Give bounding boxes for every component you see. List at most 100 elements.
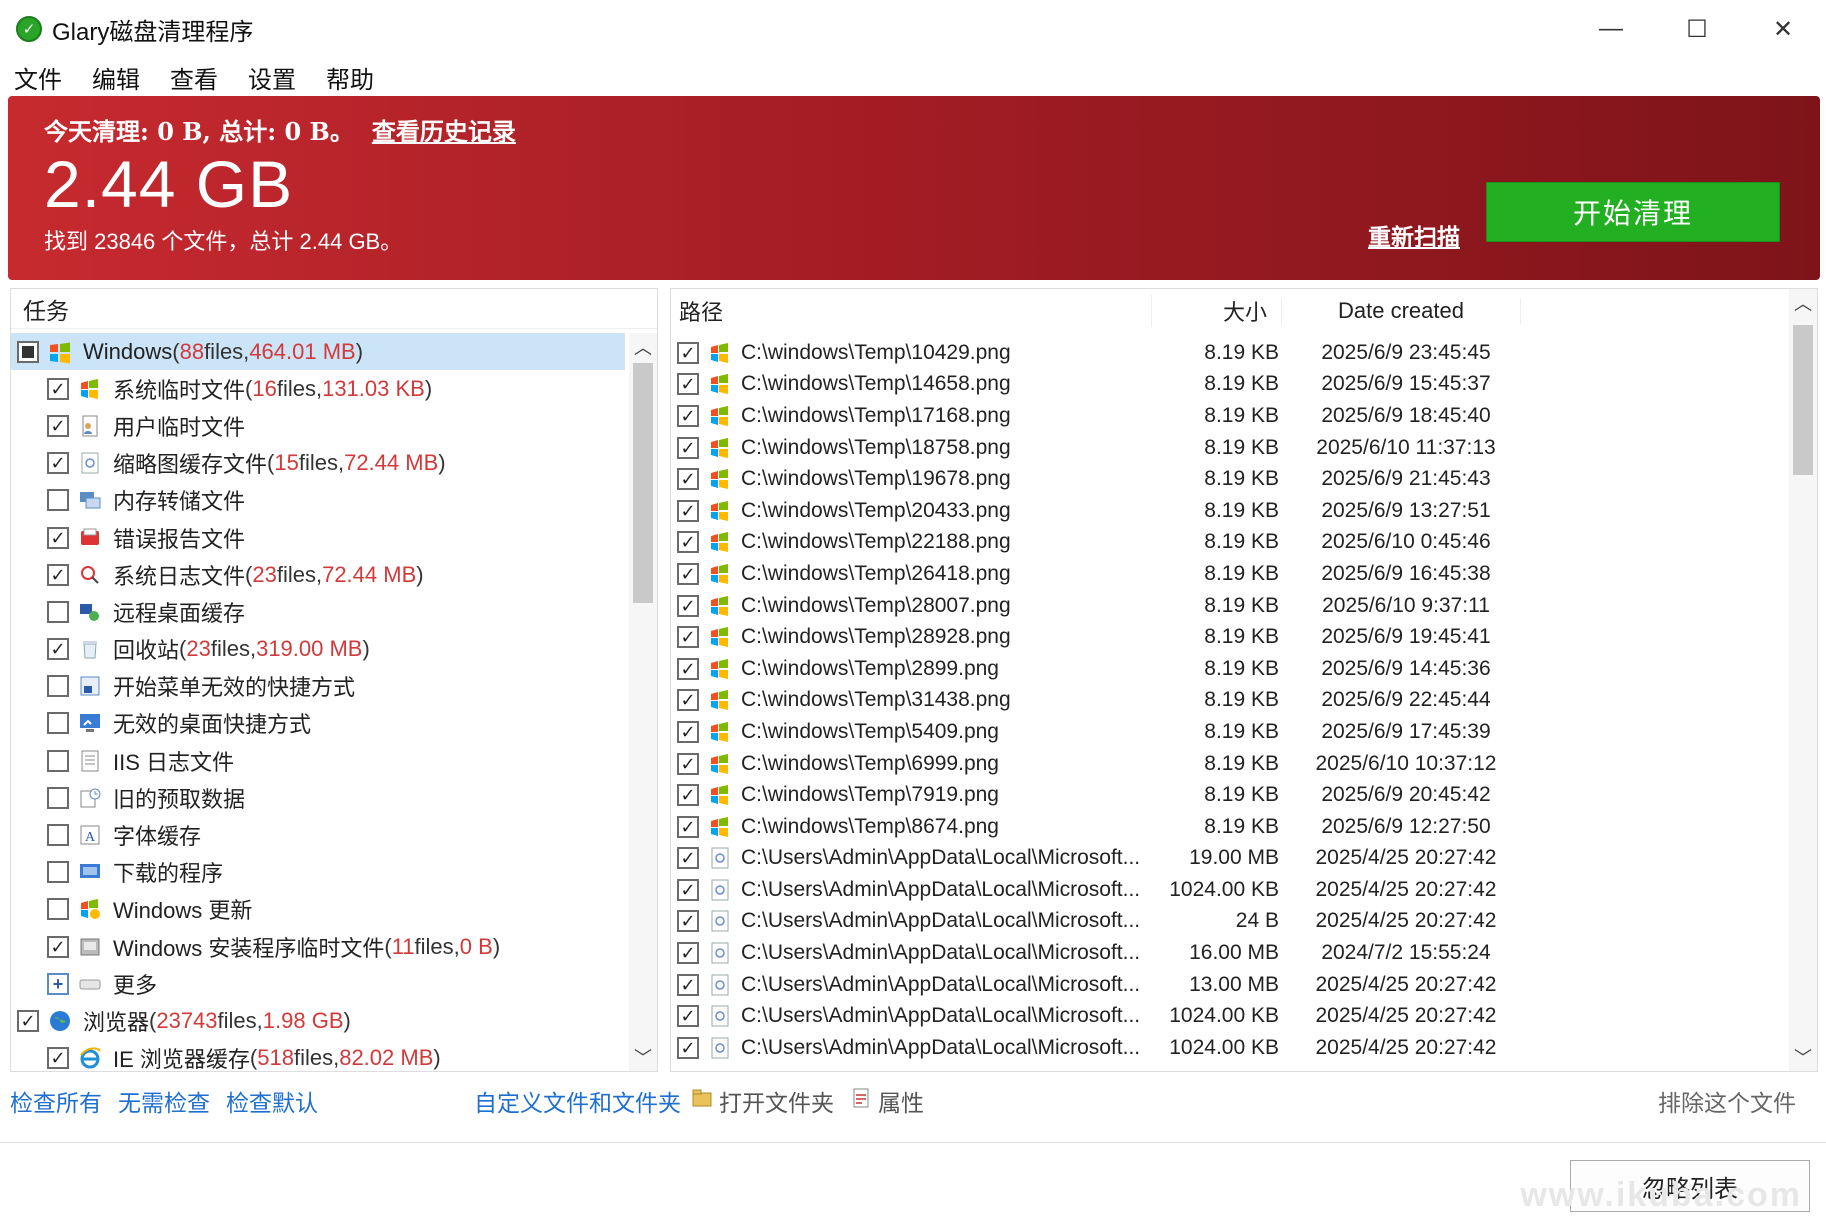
task-checkbox[interactable]: ✓ <box>47 935 69 958</box>
file-row[interactable]: ✓ C:\windows\Temp\7919.png 8.19 KB 2025/6/9… <box>671 779 1781 811</box>
file-checkbox[interactable]: ✓ <box>677 499 699 522</box>
history-link[interactable]: 查看历史记录 <box>372 117 516 146</box>
task-checkbox[interactable] <box>47 712 69 735</box>
file-checkbox[interactable]: ✓ <box>677 436 699 459</box>
file-checkbox[interactable]: ✓ <box>677 1005 699 1028</box>
column-path[interactable]: 路径 <box>671 295 1151 327</box>
exclude-file-button[interactable]: 排除这个文件 <box>1658 1084 1796 1118</box>
scroll-up-icon[interactable]: ︿ <box>629 333 657 361</box>
file-row[interactable]: ✓ C:\windows\Temp\28007.png 8.19 KB 2025/6/… <box>671 590 1781 622</box>
file-row[interactable]: ✓ C:\Users\Admin\AppData\Local\Microsoft.… <box>671 937 1781 969</box>
scroll-thumb[interactable] <box>1793 325 1813 475</box>
menu-view[interactable]: 查看 <box>170 60 218 95</box>
task-checkbox[interactable]: ✓ <box>47 414 69 437</box>
file-row[interactable]: ✓ C:\windows\Temp\17168.png 8.19 KB 2025/6/… <box>671 400 1781 432</box>
task-checkbox[interactable] <box>47 898 69 921</box>
file-checkbox[interactable]: ✓ <box>677 1036 699 1059</box>
task-row[interactable]: ✓ 浏览器 (23743 files, 1.98 GB) <box>11 1002 625 1039</box>
column-size[interactable]: 大小 <box>1151 295 1281 327</box>
file-row[interactable]: ✓ C:\windows\Temp\10429.png 8.19 KB 2025/6/… <box>671 337 1781 369</box>
task-checkbox[interactable] <box>47 489 69 512</box>
task-row[interactable]: 旧的预取数据 <box>11 779 625 816</box>
task-checkbox[interactable] <box>17 340 39 363</box>
menu-settings[interactable]: 设置 <box>248 60 296 95</box>
file-scrollbar[interactable]: ︿ ﹀ <box>1789 289 1817 1071</box>
file-checkbox[interactable]: ✓ <box>677 878 699 901</box>
task-checkbox[interactable]: ✓ <box>47 526 69 549</box>
task-checkbox[interactable] <box>47 861 69 884</box>
file-row[interactable]: ✓ C:\windows\Temp\22188.png 8.19 KB 2025/6/… <box>671 527 1781 559</box>
scroll-thumb[interactable] <box>633 363 653 603</box>
task-checkbox[interactable]: ✓ <box>47 1047 69 1070</box>
rescan-link[interactable]: 重新扫描 <box>1368 218 1460 252</box>
file-checkbox[interactable]: ✓ <box>677 720 699 743</box>
file-checkbox[interactable]: ✓ <box>677 562 699 585</box>
task-row[interactable]: 开始菜单无效的快捷方式 <box>11 668 625 705</box>
column-date[interactable]: Date created <box>1281 298 1521 324</box>
file-row[interactable]: ✓ C:\Users\Admin\AppData\Local\Microsoft.… <box>671 1000 1781 1032</box>
file-row[interactable]: ✓ C:\Users\Admin\AppData\Local\Microsoft.… <box>671 874 1781 906</box>
file-row[interactable]: ✓ C:\Users\Admin\AppData\Local\Microsoft.… <box>671 969 1781 1001</box>
file-checkbox[interactable]: ✓ <box>677 942 699 965</box>
file-checkbox[interactable]: ✓ <box>677 752 699 775</box>
task-row[interactable]: ✓ 用户临时文件 <box>11 407 625 444</box>
task-row[interactable]: 远程桌面缓存 <box>11 593 625 630</box>
menu-file[interactable]: 文件 <box>14 60 62 95</box>
scroll-up-icon[interactable]: ︿ <box>1789 289 1817 317</box>
custom-files-link[interactable]: 自定义文件和文件夹 <box>474 1084 681 1118</box>
start-clean-button[interactable]: 开始清理 <box>1486 182 1780 242</box>
task-row[interactable]: ✓ Windows 安装程序临时文件 (11 files, 0 B) <box>11 928 625 965</box>
file-row[interactable]: ✓ C:\windows\Temp\6999.png 8.19 KB 2025/6/1… <box>671 748 1781 780</box>
task-row[interactable]: ✓ IE 浏览器缓存 (518 files, 82.02 MB) <box>11 1040 625 1071</box>
expand-icon[interactable]: + <box>47 972 69 995</box>
scroll-down-icon[interactable]: ﹀ <box>1789 1043 1817 1071</box>
open-folder-button[interactable]: 打开文件夹 <box>719 1084 834 1118</box>
task-row[interactable]: ✓ 缩略图缓存文件 (15 files, 72.44 MB) <box>11 445 625 482</box>
task-row[interactable]: ✓ 回收站 (23 files, 319.00 MB) <box>11 631 625 668</box>
task-row[interactable]: Windows 更新 <box>11 891 625 928</box>
file-checkbox[interactable]: ✓ <box>677 689 699 712</box>
file-checkbox[interactable]: ✓ <box>677 973 699 996</box>
task-row[interactable]: A 字体缓存 <box>11 816 625 853</box>
file-row[interactable]: ✓ C:\windows\Temp\18758.png 8.19 KB 2025/6/… <box>671 432 1781 464</box>
file-checkbox[interactable]: ✓ <box>677 815 699 838</box>
check-none-link[interactable]: 无需检查 <box>118 1084 210 1118</box>
file-checkbox[interactable]: ✓ <box>677 531 699 554</box>
task-scrollbar[interactable]: ︿ ﹀ <box>629 333 657 1071</box>
task-checkbox[interactable]: ✓ <box>47 563 69 586</box>
file-row[interactable]: ✓ C:\windows\Temp\20433.png 8.19 KB 2025/6/… <box>671 495 1781 527</box>
task-row[interactable]: 下载的程序 <box>11 854 625 891</box>
file-row[interactable]: ✓ C:\windows\Temp\19678.png 8.19 KB 2025/6/… <box>671 463 1781 495</box>
task-checkbox[interactable]: ✓ <box>17 1009 39 1032</box>
file-row[interactable]: ✓ C:\Users\Admin\AppData\Local\Microsoft.… <box>671 843 1781 875</box>
file-checkbox[interactable]: ✓ <box>677 910 699 933</box>
task-checkbox[interactable] <box>47 600 69 623</box>
minimize-button[interactable]: — <box>1568 0 1654 58</box>
file-row[interactable]: ✓ C:\windows\Temp\26418.png 8.19 KB 2025/6/… <box>671 558 1781 590</box>
file-checkbox[interactable]: ✓ <box>677 404 699 427</box>
file-row[interactable]: ✓ C:\Users\Admin\AppData\Local\Microsoft.… <box>671 906 1781 938</box>
file-checkbox[interactable]: ✓ <box>677 341 699 364</box>
file-row[interactable]: ✓ C:\windows\Temp\31438.png 8.19 KB 2025/6/… <box>671 685 1781 717</box>
task-checkbox[interactable]: ✓ <box>47 452 69 475</box>
task-checkbox[interactable] <box>47 824 69 847</box>
task-row[interactable]: + 更多 <box>11 965 625 1002</box>
check-default-link[interactable]: 检查默认 <box>226 1084 318 1118</box>
file-row[interactable]: ✓ C:\windows\Temp\28928.png 8.19 KB 2025/6/… <box>671 621 1781 653</box>
menu-edit[interactable]: 编辑 <box>92 60 140 95</box>
file-row[interactable]: ✓ C:\windows\Temp\2899.png 8.19 KB 2025/6/9… <box>671 653 1781 685</box>
close-button[interactable]: ✕ <box>1740 0 1826 58</box>
scroll-down-icon[interactable]: ﹀ <box>629 1043 657 1071</box>
file-checkbox[interactable]: ✓ <box>677 594 699 617</box>
file-checkbox[interactable]: ✓ <box>677 784 699 807</box>
task-checkbox[interactable]: ✓ <box>47 638 69 661</box>
task-checkbox[interactable] <box>47 675 69 698</box>
task-row[interactable]: 内存转储文件 <box>11 482 625 519</box>
file-checkbox[interactable]: ✓ <box>677 847 699 870</box>
task-row[interactable]: ✓ 错误报告文件 <box>11 519 625 556</box>
properties-button[interactable]: 属性 <box>878 1084 924 1118</box>
file-row[interactable]: ✓ C:\windows\Temp\14658.png 8.19 KB 2025/6/… <box>671 369 1781 401</box>
file-row[interactable]: ✓ C:\Users\Admin\AppData\Local\Microsoft.… <box>671 1032 1781 1064</box>
maximize-button[interactable]: ☐ <box>1654 0 1740 58</box>
task-checkbox[interactable] <box>47 749 69 772</box>
